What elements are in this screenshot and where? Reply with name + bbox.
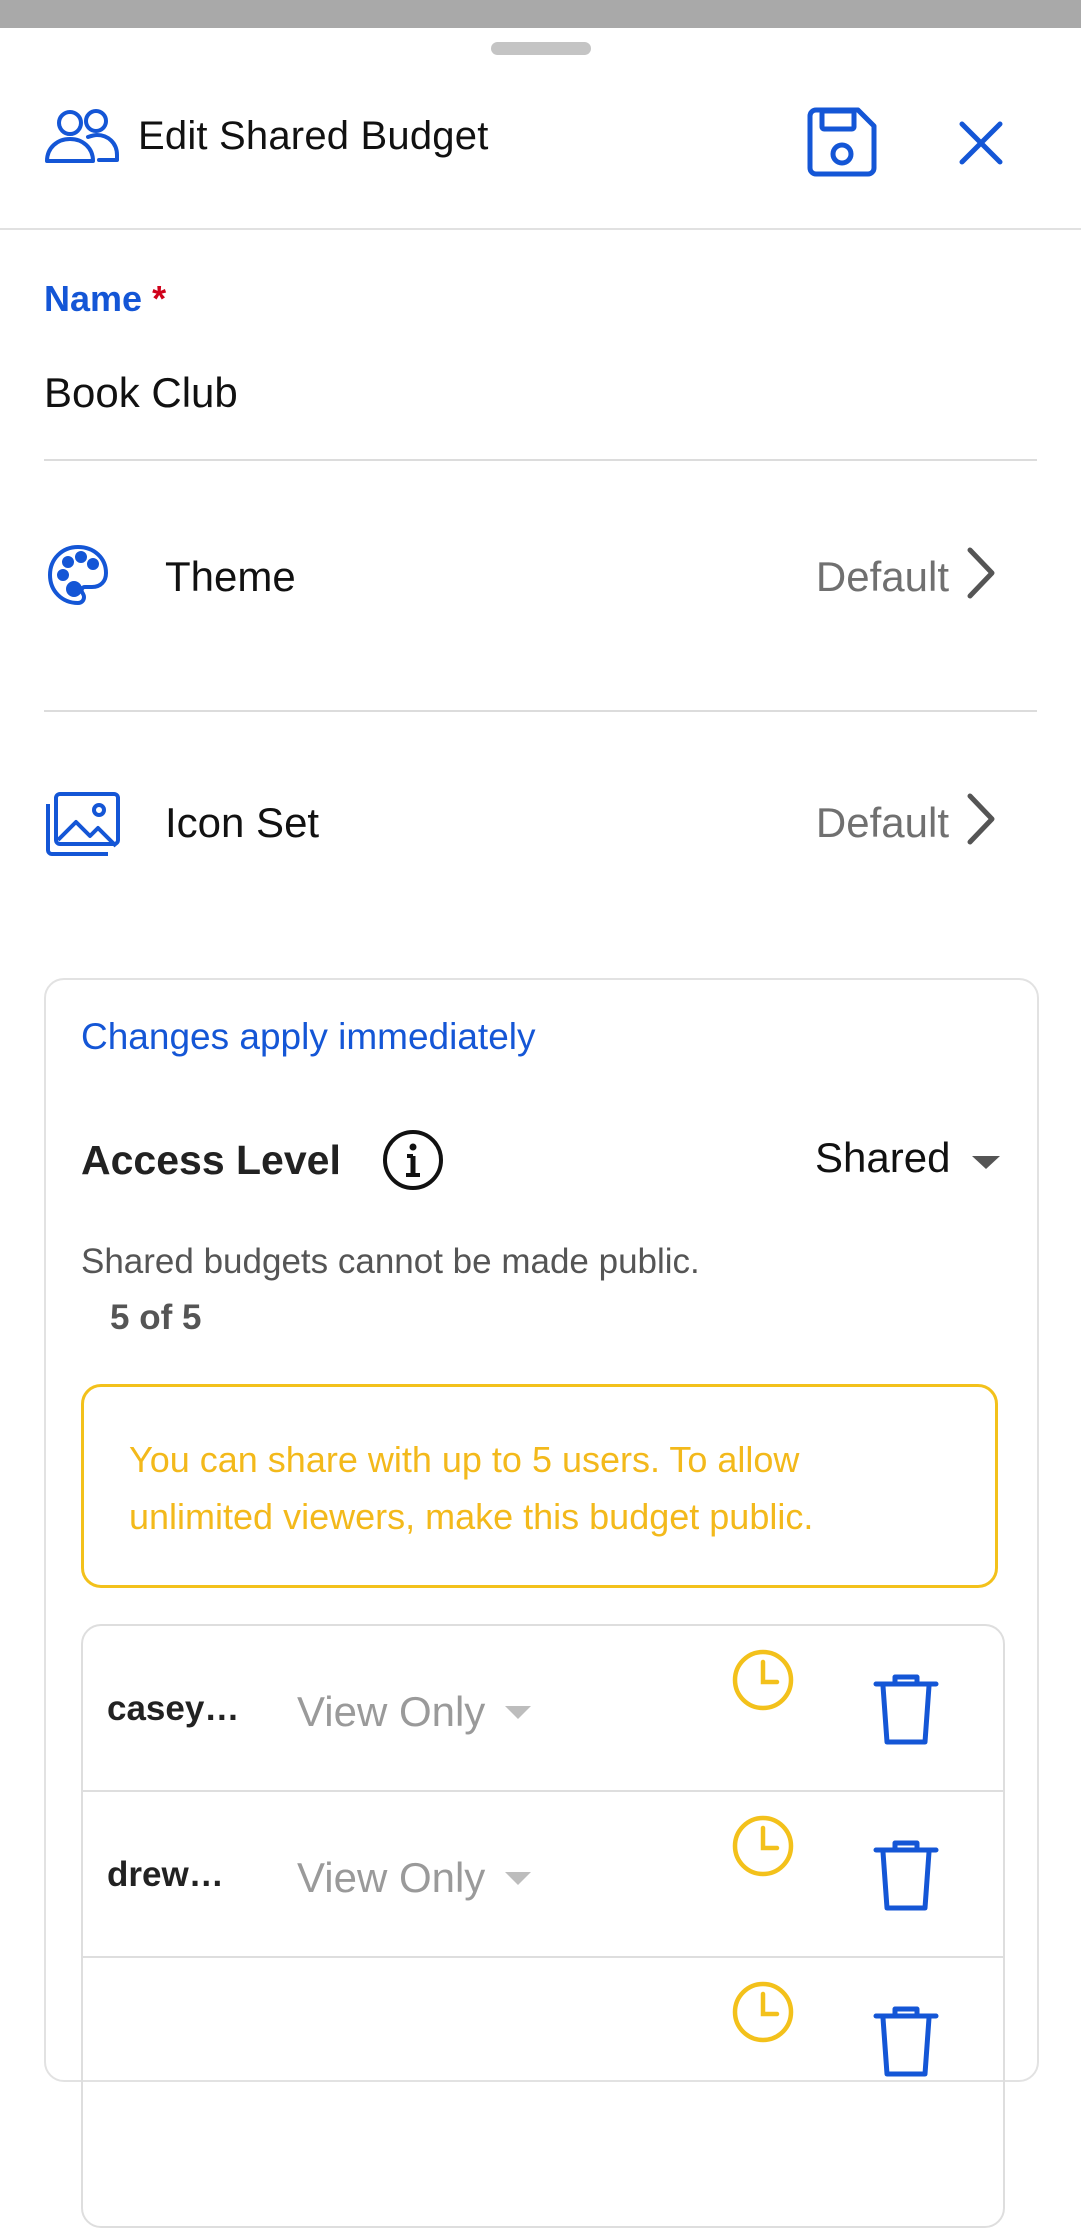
- palette-icon: [44, 541, 112, 614]
- access-level-label: Access Level: [81, 1137, 341, 1183]
- list-item: casey… View Only: [83, 1626, 1003, 1792]
- caret-down-icon: [505, 1706, 531, 1719]
- row-divider: [44, 710, 1037, 712]
- caret-down-icon: [972, 1156, 1000, 1169]
- name-field-label: Name *: [44, 278, 166, 320]
- trash-icon[interactable]: [873, 1838, 939, 1917]
- save-button[interactable]: [802, 102, 882, 182]
- clock-icon[interactable]: [731, 1980, 795, 2049]
- save-icon: [807, 107, 877, 177]
- close-icon: [959, 121, 1003, 165]
- bottom-sheet: Edit Shared Budget Name * Book Club Them…: [0, 28, 1081, 2228]
- chevron-right-icon: [965, 791, 997, 852]
- theme-row[interactable]: Theme Default: [44, 523, 1037, 623]
- drag-handle[interactable]: [491, 42, 591, 55]
- sharing-card: Changes apply immediately Access Level S…: [44, 978, 1039, 2228]
- trash-icon[interactable]: [873, 1672, 939, 1751]
- sheet-header: Edit Shared Budget: [0, 72, 1081, 200]
- user-name: casey…: [107, 1689, 240, 1728]
- header-divider: [0, 228, 1081, 230]
- page-title: Edit Shared Budget: [138, 114, 489, 158]
- access-level-value: Shared: [815, 1134, 951, 1181]
- icon-set-row[interactable]: Icon Set Default: [44, 769, 1037, 869]
- image-icon: [44, 790, 122, 863]
- user-count: 5 of 5: [110, 1298, 202, 1337]
- info-icon[interactable]: [381, 1128, 445, 1197]
- permission-value: View Only: [297, 1688, 486, 1735]
- required-mark: *: [152, 278, 167, 319]
- permission-value: View Only: [297, 1854, 486, 1901]
- list-item: drew… View Only: [83, 1792, 1003, 1958]
- caret-down-icon: [505, 1872, 531, 1885]
- status-bar-strip: [0, 0, 1081, 28]
- icon-set-value: Default: [815, 799, 949, 846]
- name-field-underline: [44, 459, 1037, 461]
- close-button[interactable]: [950, 112, 1012, 174]
- theme-label: Theme: [165, 553, 296, 600]
- shared-users-list: casey… View Only drew… View Only: [81, 1624, 1005, 2228]
- chevron-right-icon: [965, 545, 997, 606]
- access-level-select[interactable]: Shared: [815, 1134, 1000, 1194]
- user-name: drew…: [107, 1855, 224, 1894]
- warning-box: You can share with up to 5 users. To all…: [81, 1384, 998, 1588]
- theme-value: Default: [815, 553, 949, 600]
- access-note: Shared budgets cannot be made public.: [81, 1242, 700, 1281]
- clock-icon[interactable]: [731, 1648, 795, 1717]
- clock-icon[interactable]: [731, 1814, 795, 1883]
- warning-text: You can share with up to 5 users. To all…: [129, 1439, 814, 1537]
- name-input[interactable]: Book Club: [44, 369, 238, 417]
- people-icon: [44, 108, 120, 169]
- permission-select[interactable]: View Only: [297, 1684, 537, 1740]
- changes-notice: Changes apply immediately: [81, 1016, 536, 1057]
- permission-select[interactable]: View Only: [297, 1850, 537, 1906]
- name-label-text: Name: [44, 278, 143, 319]
- trash-icon[interactable]: [873, 2004, 939, 2083]
- list-item: [83, 1958, 1003, 2124]
- icon-set-label: Icon Set: [165, 799, 320, 846]
